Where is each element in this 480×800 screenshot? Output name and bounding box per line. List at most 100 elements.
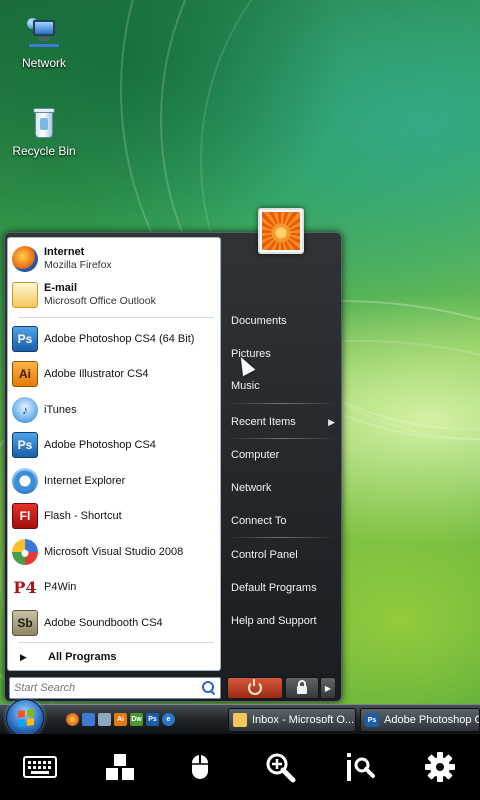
all-programs-label: All Programs (48, 651, 117, 663)
right-item-connect-to[interactable]: Connect To (231, 509, 337, 533)
right-item-recent-items[interactable]: Recent Items ▶ (231, 410, 337, 434)
right-item-computer[interactable]: Computer (231, 443, 337, 467)
itunes-icon: ♪ (12, 397, 38, 423)
program-item[interactable]: ♪ iTunes (12, 393, 218, 427)
right-item-default-programs[interactable]: Default Programs (231, 576, 337, 600)
menu-separator (227, 438, 337, 439)
quick-launch-dreamweaver[interactable]: Dw (130, 713, 143, 726)
quick-launch-firefox[interactable] (66, 713, 79, 726)
program-item[interactable]: Ps Adobe Photoshop CS4 (12, 428, 218, 462)
windows-logo-icon (18, 709, 34, 727)
remote-control-toolbar (0, 734, 480, 800)
start-search-input[interactable] (14, 682, 201, 694)
right-item-network[interactable]: Network (231, 476, 337, 500)
all-programs-button[interactable]: ▶ All Programs (12, 644, 218, 670)
quick-launch-switch-windows[interactable] (98, 713, 111, 726)
mouse-button[interactable] (176, 743, 224, 791)
quick-launch-illustrator[interactable]: Ai (114, 713, 127, 726)
desktop-icon-label: Network (21, 56, 66, 70)
menu-separator (18, 642, 214, 643)
zoom-icon (266, 753, 296, 783)
power-icon (248, 679, 262, 695)
right-item-label: Recent Items (231, 416, 296, 428)
outlook-icon (233, 713, 247, 727)
network-icon (27, 18, 61, 52)
power-button[interactable] (227, 677, 283, 699)
dreamweaver-icon: Dw (131, 716, 142, 723)
settings-button[interactable] (416, 743, 464, 791)
menu-separator (227, 403, 337, 404)
start-button[interactable] (6, 699, 44, 737)
outlook-icon (12, 282, 38, 308)
pinned-item-email[interactable]: E-mail Microsoft Office Outlook (12, 278, 218, 312)
desktop-icon-label: Recycle Bin (12, 144, 76, 158)
program-label: P4Win (44, 580, 77, 593)
right-item-label: Documents (231, 315, 287, 327)
desktop-icon-network[interactable]: Network (4, 18, 84, 70)
taskbar-window-photoshop[interactable]: Ps Adobe Photoshop C... (360, 708, 480, 732)
menu-separator (227, 537, 337, 538)
right-item-label: Help and Support (231, 615, 317, 627)
soundbooth-icon: Sb (12, 610, 38, 636)
right-item-music[interactable]: Music (231, 374, 337, 398)
taskbar-window-label: Adobe Photoshop C... (384, 714, 479, 726)
taskbar-window-inbox[interactable]: Inbox - Microsoft O... (228, 708, 356, 732)
right-item-label: Connect To (231, 515, 287, 527)
quick-launch-show-desktop[interactable] (82, 713, 95, 726)
right-item-control-panel[interactable]: Control Panel (231, 543, 337, 567)
program-label: Adobe Photoshop CS4 (64 Bit) (44, 332, 195, 345)
program-item[interactable]: Microsoft Visual Studio 2008 (12, 535, 218, 569)
quick-launch-photoshop[interactable]: Ps (146, 713, 159, 726)
program-label: Internet Explorer (44, 474, 126, 487)
program-label: Adobe Illustrator CS4 (44, 367, 149, 380)
keyboard-button[interactable] (16, 743, 64, 791)
program-label: Adobe Photoshop CS4 (44, 438, 156, 451)
gear-icon (425, 752, 455, 782)
pinned-item-title: Internet (44, 246, 85, 258)
lock-icon (297, 680, 307, 694)
program-item[interactable]: Sb Adobe Soundbooth CS4 (12, 606, 218, 640)
apps-button[interactable] (96, 743, 144, 791)
shutdown-options-button[interactable]: ▶ (320, 677, 336, 699)
program-item[interactable]: P4 P4Win (12, 570, 218, 604)
program-item[interactable]: e Internet Explorer (12, 464, 218, 498)
lock-button[interactable] (285, 677, 319, 699)
keyboard-icon (23, 756, 57, 778)
mouse-icon (192, 755, 208, 779)
internet-explorer-icon: e (166, 716, 171, 723)
p4win-icon: P4 (12, 574, 38, 600)
taskbar-window-label: Inbox - Microsoft O... (252, 714, 355, 726)
recycle-bin-icon (27, 106, 61, 140)
start-search-box[interactable] (9, 677, 221, 699)
right-item-label: Default Programs (231, 582, 317, 594)
right-item-help-and-support[interactable]: Help and Support (231, 609, 337, 633)
program-item[interactable]: Fl Flash - Shortcut (12, 499, 218, 533)
chevron-right-icon: ▶ (324, 683, 332, 693)
right-item-label: Network (231, 482, 272, 494)
apps-icon (106, 754, 134, 780)
start-menu: Internet Mozilla Firefox E-mail Microsof… (4, 232, 342, 702)
pinned-item-internet[interactable]: Internet Mozilla Firefox (12, 242, 218, 276)
flash-icon: Fl (12, 503, 38, 529)
desktop-icon-recycle-bin[interactable]: Recycle Bin (4, 106, 84, 158)
zoom-button[interactable] (256, 743, 304, 791)
pointer-zoom-button[interactable] (336, 743, 384, 791)
illustrator-icon: Ai (12, 361, 38, 387)
search-icon[interactable] (201, 680, 217, 696)
program-item[interactable]: Ai Adobe Illustrator CS4 (12, 357, 218, 391)
program-item[interactable]: Ps Adobe Photoshop CS4 (64 Bit) (12, 322, 218, 356)
power-controls: ▶ (227, 677, 337, 699)
program-label: Microsoft Visual Studio 2008 (44, 545, 184, 558)
flower-avatar-icon (262, 212, 300, 250)
internet-explorer-icon: e (12, 468, 38, 494)
quick-launch-internet-explorer[interactable]: e (162, 713, 175, 726)
user-account-picture[interactable] (258, 208, 304, 254)
firefox-icon (12, 246, 38, 272)
right-item-label: Music (231, 380, 260, 392)
right-item-label: Control Panel (231, 549, 298, 561)
start-menu-programs-pane: Internet Mozilla Firefox E-mail Microsof… (7, 237, 221, 671)
right-item-documents[interactable]: Documents (231, 309, 337, 333)
photoshop-icon: Ps (148, 716, 157, 723)
program-label: Adobe Soundbooth CS4 (44, 616, 163, 629)
pinned-item-subtitle: Mozilla Firefox (44, 259, 112, 271)
